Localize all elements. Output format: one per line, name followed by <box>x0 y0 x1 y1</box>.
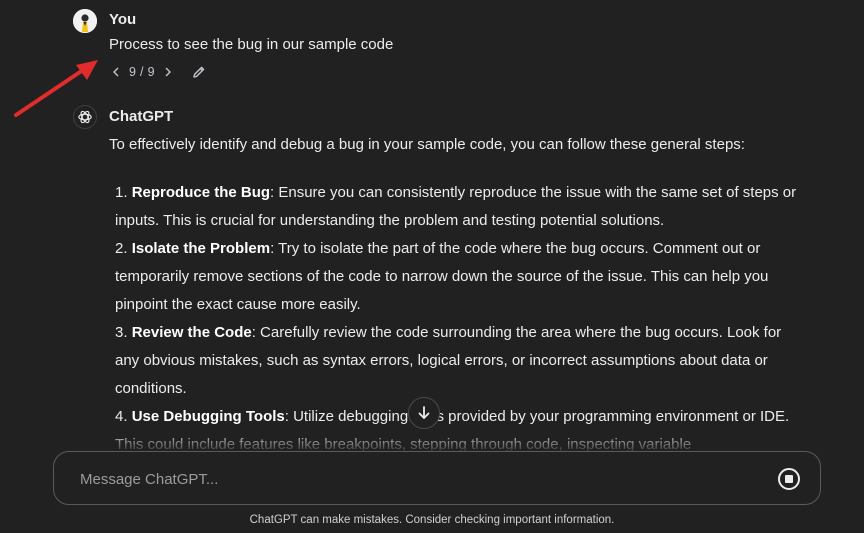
pencil-icon[interactable] <box>191 64 207 80</box>
message-composer <box>53 451 821 505</box>
step-title: Review the Code <box>131 324 252 341</box>
list-item: 3. Review the Code: Carefully review the… <box>115 319 799 403</box>
chevron-right-icon[interactable] <box>161 64 175 80</box>
user-author-name: You <box>109 11 137 28</box>
disclaimer-text: ChatGPT can make mistakes. Consider chec… <box>249 514 615 526</box>
assistant-intro: To effectively identify and debug a bug … <box>109 136 745 153</box>
pager-count: 9 / 9 <box>129 65 155 79</box>
message-input[interactable] <box>78 467 762 491</box>
response-pager: 9 / 9 <box>109 64 207 80</box>
step-title: Isolate the Problem <box>131 240 271 257</box>
step-number: 3. <box>115 324 128 341</box>
steps-list: 1. Reproduce the Bug: Ensure you can con… <box>109 179 799 459</box>
step-title: Use Debugging Tools <box>131 408 285 425</box>
arrow-down-icon[interactable] <box>408 397 440 429</box>
assistant-message: To effectively identify and debug a bug … <box>109 131 799 459</box>
step-number: 1. <box>115 184 128 201</box>
step-title: Reproduce the Bug <box>131 184 271 201</box>
chevron-left-icon[interactable] <box>109 64 123 80</box>
openai-logo-icon <box>73 105 97 129</box>
user-avatar <box>73 9 97 33</box>
chat-page: You Process to see the bug in our sample… <box>0 0 864 533</box>
list-item: 1. Reproduce the Bug: Ensure you can con… <box>115 179 799 235</box>
list-item: 2. Isolate the Problem: Try to isolate t… <box>115 235 799 319</box>
stop-square <box>785 475 793 483</box>
stop-icon[interactable] <box>778 468 800 490</box>
step-number: 4. <box>115 408 128 425</box>
user-message-text: Process to see the bug in our sample cod… <box>109 36 394 53</box>
assistant-author-name: ChatGPT <box>109 108 174 125</box>
step-number: 2. <box>115 240 128 257</box>
